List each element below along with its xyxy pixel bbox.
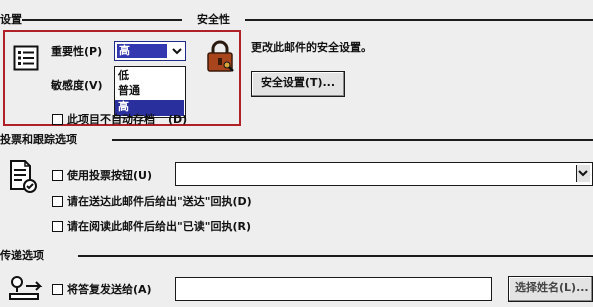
properties-icon [13, 45, 39, 71]
reply-to-checkbox[interactable] [52, 284, 63, 295]
importance-option-normal[interactable]: 普通 [118, 84, 140, 98]
no-autoarchive-label: 此项目不自动存档 [67, 113, 155, 126]
importance-options-list: 低 普通 高 [114, 66, 186, 118]
importance-label: 重要性(P) [51, 45, 103, 58]
security-section-title: 安全性 [197, 13, 230, 26]
reply-to-icon [8, 274, 44, 300]
no-autoarchive-suffix: (D) [168, 113, 188, 126]
read-receipt-label: 请在阅读此邮件后给出"已读"回执(R) [67, 220, 251, 233]
security-settings-button[interactable]: 安全设置(T)... [251, 71, 345, 97]
voting-divider [112, 139, 593, 141]
settings-section-title: 设置 [0, 13, 22, 26]
importance-dropdown[interactable]: 高 [114, 41, 186, 61]
voting-section-title: 投票和跟踪选项 [0, 133, 77, 146]
sensitivity-label: 敏感度(V) [51, 79, 103, 92]
reply-to-field[interactable] [175, 277, 492, 301]
lock-icon [205, 40, 237, 74]
read-receipt-checkbox[interactable] [52, 221, 63, 232]
no-autoarchive-checkbox[interactable] [52, 114, 63, 125]
chevron-down-icon[interactable] [171, 45, 183, 57]
select-names-button[interactable]: 选择姓名(L)... [508, 276, 593, 302]
security-description: 更改此邮件的安全设置。 [251, 41, 372, 54]
tracking-icon [8, 159, 38, 195]
voting-buttons-combo[interactable] [175, 162, 593, 186]
use-voting-buttons-label: 使用投票按钮(U) [67, 169, 152, 182]
importance-option-low[interactable]: 低 [118, 69, 129, 83]
reply-to-label: 将答复发送给(A) [67, 283, 152, 296]
delivery-receipt-label: 请在送达此邮件后给出"送达"回执(D) [67, 195, 252, 208]
use-voting-buttons-checkbox[interactable] [52, 170, 63, 181]
security-divider [245, 19, 593, 21]
delivery-section-title: 传递选项 [0, 249, 44, 262]
importance-selected-value: 高 [117, 44, 167, 58]
delivery-divider [78, 255, 593, 257]
delivery-receipt-checkbox[interactable] [52, 196, 63, 207]
chevron-down-icon[interactable] [576, 165, 590, 182]
settings-divider [22, 19, 182, 21]
